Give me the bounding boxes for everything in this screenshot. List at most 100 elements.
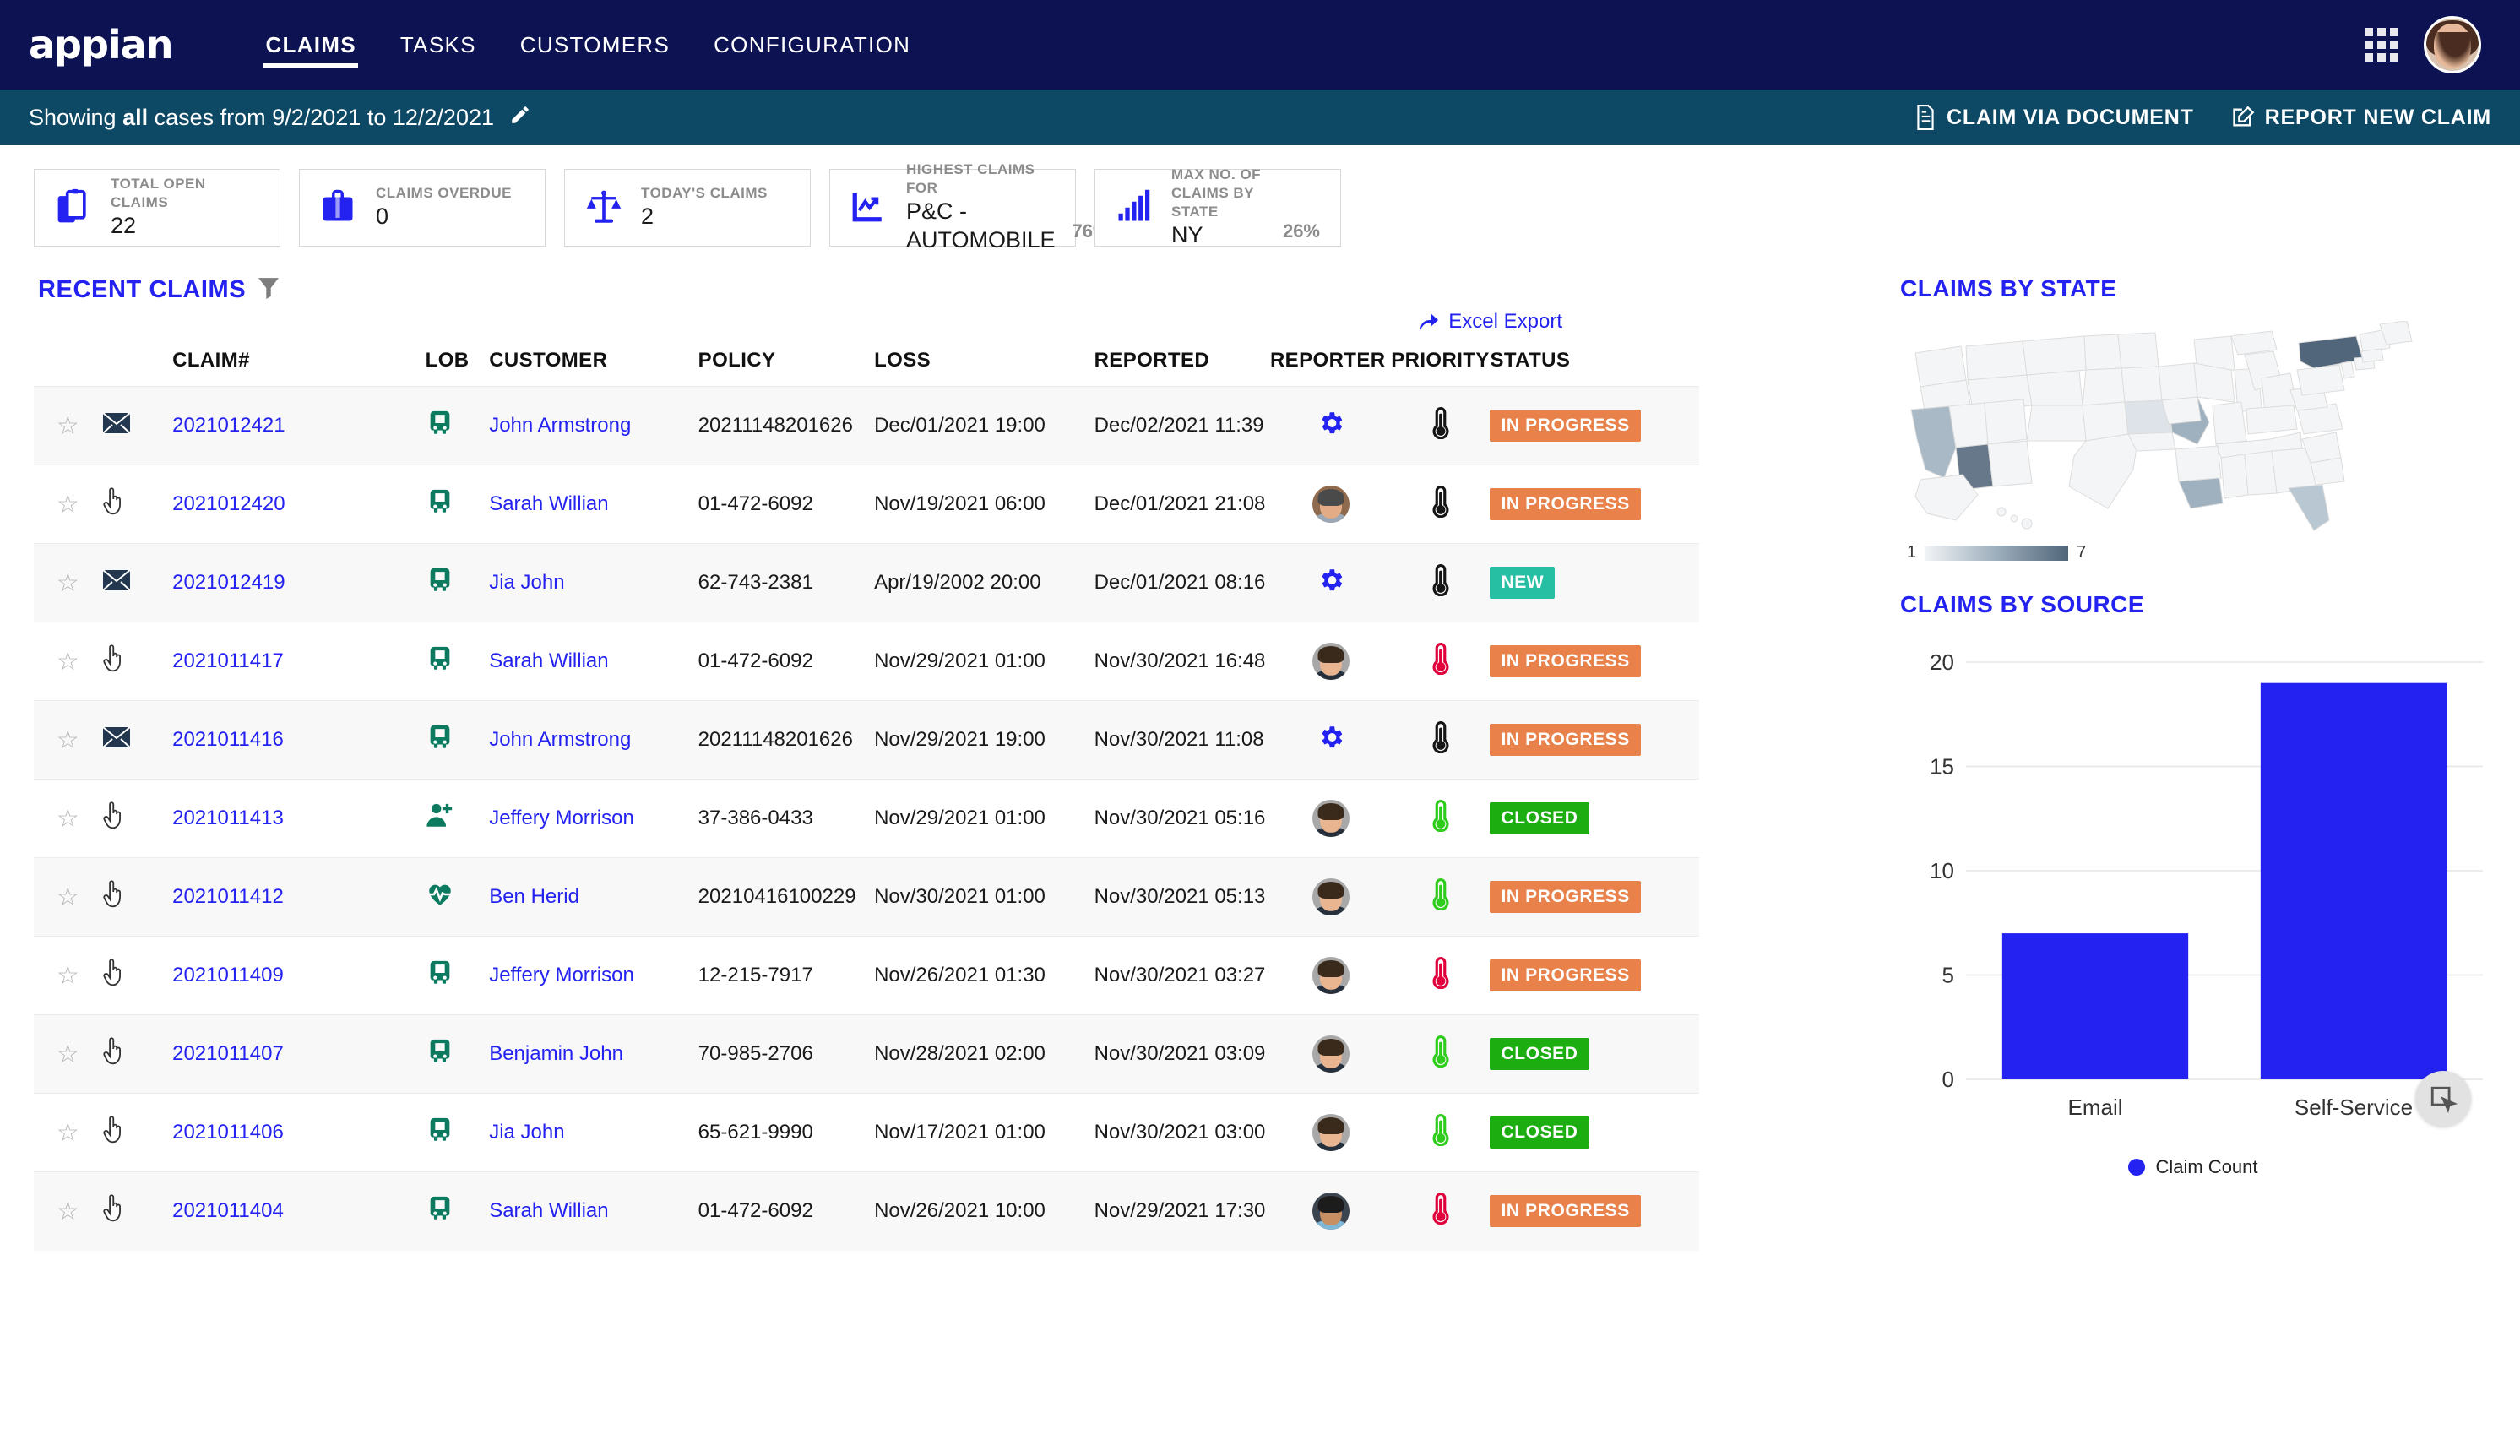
hand-pointer-icon[interactable] xyxy=(102,801,124,835)
pencil-icon[interactable] xyxy=(509,104,531,132)
favorite-star-icon[interactable]: ☆ xyxy=(57,805,79,833)
grid-apps-icon[interactable] xyxy=(2365,28,2398,62)
nav-tab-configuration[interactable]: CONFIGURATION xyxy=(692,0,932,90)
table-row[interactable]: ☆ 2021011407 Benjamin John 70-985-2706 Nov/2… xyxy=(34,1014,1699,1094)
customer-link[interactable]: John Armstrong xyxy=(489,414,631,437)
claim-number-link[interactable]: 2021011413 xyxy=(172,807,284,829)
nav-tab-customers[interactable]: CUSTOMERS xyxy=(498,0,692,90)
reporter-avatar[interactable] xyxy=(1312,643,1350,680)
table-row[interactable]: ☆ 2021011404 Sarah Willian 01-472-6092 Nov/2… xyxy=(34,1171,1699,1251)
favorite-star-icon[interactable]: ☆ xyxy=(57,1119,79,1147)
claim-number-link[interactable]: 2021011417 xyxy=(172,649,284,672)
reporter-cell[interactable] xyxy=(1317,568,1345,600)
hand-pointer-icon[interactable] xyxy=(102,1036,124,1071)
kpi-total-open-claims[interactable]: TOTAL OPEN CLAIMS 22 xyxy=(34,169,280,247)
table-row[interactable]: ☆ 2021011413 Jeffery Morrison 37-386-0433 No… xyxy=(34,779,1699,858)
table-row[interactable]: ☆ 2021011406 Jia John 65-621-9990 Nov/17/202… xyxy=(34,1093,1699,1172)
reporter-avatar[interactable] xyxy=(1312,957,1350,994)
envelope-icon[interactable] xyxy=(102,568,131,596)
table-row[interactable]: ☆ 2021011416 John Armstrong 20211148201626 N… xyxy=(34,700,1699,780)
reporter-cell[interactable] xyxy=(1312,1193,1350,1231)
table-row[interactable]: ☆ 2021011417 Sarah Willian 01-472-6092 Nov/2… xyxy=(34,622,1699,701)
customer-link[interactable]: Jeffery Morrison xyxy=(489,807,634,829)
reporter-avatar[interactable] xyxy=(1312,878,1350,915)
claim-number-link[interactable]: 2021011416 xyxy=(172,728,284,751)
col-status[interactable]: STATUS xyxy=(1490,349,1699,387)
reporter-cell[interactable] xyxy=(1317,725,1345,757)
claim-number-link[interactable]: 2021011412 xyxy=(172,885,284,908)
favorite-star-icon[interactable]: ☆ xyxy=(57,883,79,911)
favorite-star-icon[interactable]: ☆ xyxy=(57,648,79,676)
customer-link[interactable]: Jia John xyxy=(489,571,564,594)
reporter-cell[interactable] xyxy=(1312,1114,1350,1151)
hand-pointer-icon[interactable] xyxy=(102,644,124,678)
customer-link[interactable]: Sarah Willian xyxy=(489,1199,608,1222)
claim-number-link[interactable]: 2021011409 xyxy=(172,964,284,986)
table-row[interactable]: ☆ 2021011409 Jeffery Morrison 12-215-7917 No… xyxy=(34,936,1699,1015)
table-row[interactable]: ☆ 2021012420 Sarah Willian 01-472-6092 Nov/1… xyxy=(34,465,1699,544)
kpi-max-claims-by-state[interactable]: MAX NO. OF CLAIMS BY STATE NY 26% xyxy=(1094,166,1341,247)
reporter-cell[interactable] xyxy=(1312,878,1350,915)
customer-link[interactable]: Jia John xyxy=(489,1121,564,1144)
report-new-claim-button[interactable]: REPORT NEW CLAIM xyxy=(2231,106,2491,130)
table-row[interactable]: ☆ 2021012419 Jia John 62-743-2381 Apr/19/200… xyxy=(34,543,1699,622)
hand-pointer-icon[interactable] xyxy=(102,1115,124,1149)
customer-link[interactable]: Ben Herid xyxy=(489,885,579,908)
reporter-cell[interactable] xyxy=(1312,486,1350,523)
col-reporter[interactable]: REPORTER xyxy=(1270,349,1391,387)
claim-number-link[interactable]: 2021012421 xyxy=(172,414,285,437)
table-row[interactable]: ☆ 2021012421 John Armstrong 20211148201626 D… xyxy=(34,386,1699,465)
hand-pointer-icon[interactable] xyxy=(102,486,124,521)
kpi-highest-claims-for[interactable]: HIGHEST CLAIMS FOR P&C - AUTOMOBILE 76% xyxy=(829,161,1110,253)
claim-number-link[interactable]: 2021012419 xyxy=(172,571,285,594)
excel-export-button[interactable]: Excel Export xyxy=(1420,310,1562,334)
envelope-icon[interactable] xyxy=(102,725,131,753)
col-lob[interactable]: LOB xyxy=(426,349,490,387)
customer-link[interactable]: Sarah Willian xyxy=(489,649,608,672)
claim-via-document-button[interactable]: CLAIM VIA DOCUMENT xyxy=(1914,105,2194,130)
customer-link[interactable]: John Armstrong xyxy=(489,728,631,751)
claim-number-link[interactable]: 2021011406 xyxy=(172,1121,284,1144)
col-flag[interactable] xyxy=(102,349,172,387)
customer-link[interactable]: Sarah Willian xyxy=(489,492,608,515)
col-claim-number[interactable]: CLAIM# xyxy=(172,349,426,387)
favorite-star-icon[interactable]: ☆ xyxy=(57,962,79,990)
claims-by-state-map[interactable]: 1 7 xyxy=(1900,320,2486,562)
reporter-cell[interactable] xyxy=(1312,643,1350,680)
col-loss[interactable]: LOSS xyxy=(874,349,1094,387)
customer-link[interactable]: Jeffery Morrison xyxy=(489,964,634,986)
reporter-cell[interactable] xyxy=(1312,1035,1350,1073)
envelope-icon[interactable] xyxy=(102,411,131,439)
nav-tab-tasks[interactable]: TASKS xyxy=(378,0,498,90)
select-region-icon[interactable] xyxy=(2415,1071,2471,1127)
favorite-star-icon[interactable]: ☆ xyxy=(57,1040,79,1068)
hand-pointer-icon[interactable] xyxy=(102,879,124,914)
hand-pointer-icon[interactable] xyxy=(102,1194,124,1228)
reporter-avatar[interactable] xyxy=(1312,1114,1350,1151)
claim-number-link[interactable]: 2021011407 xyxy=(172,1042,284,1065)
col-priority[interactable]: PRIORITY xyxy=(1391,349,1490,387)
customer-link[interactable]: Benjamin John xyxy=(489,1042,623,1065)
hand-pointer-icon[interactable] xyxy=(102,958,124,992)
claims-by-source-chart[interactable]: 0 5 10 15 20 Email Self-Service Claim Count xyxy=(1900,640,2486,1181)
col-policy[interactable]: POLICY xyxy=(698,349,874,387)
reporter-cell[interactable] xyxy=(1312,957,1350,994)
nav-tab-claims[interactable]: CLAIMS xyxy=(243,0,377,90)
reporter-avatar[interactable] xyxy=(1312,1193,1350,1231)
user-avatar[interactable] xyxy=(2424,16,2481,73)
reporter-avatar[interactable] xyxy=(1312,486,1350,523)
reporter-cell[interactable] xyxy=(1312,800,1350,837)
table-row[interactable]: ☆ 2021011412 Ben Herid 20210416100229 Nov/30… xyxy=(34,857,1699,937)
col-customer[interactable]: CUSTOMER xyxy=(489,349,698,387)
funnel-filter-icon[interactable] xyxy=(258,275,280,305)
claim-number-link[interactable]: 2021011404 xyxy=(172,1199,284,1222)
favorite-star-icon[interactable]: ☆ xyxy=(57,1198,79,1225)
reporter-avatar[interactable] xyxy=(1312,800,1350,837)
col-reported[interactable]: REPORTED xyxy=(1094,349,1270,387)
reporter-cell[interactable] xyxy=(1317,411,1345,443)
favorite-star-icon[interactable]: ☆ xyxy=(57,491,79,519)
claim-number-link[interactable]: 2021012420 xyxy=(172,492,285,515)
reporter-avatar[interactable] xyxy=(1312,1035,1350,1073)
kpi-claims-overdue[interactable]: CLAIMS OVERDUE 0 xyxy=(299,169,546,247)
favorite-star-icon[interactable]: ☆ xyxy=(57,412,79,440)
